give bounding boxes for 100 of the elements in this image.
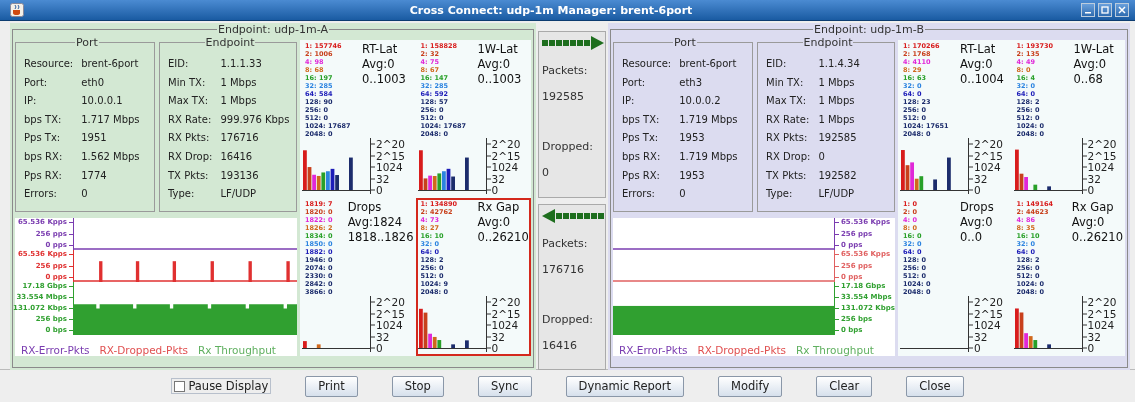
histogram-bars-drawing [901, 150, 951, 190]
histogram-title: Rx Gap [477, 200, 520, 215]
axis-label: 32 [486, 173, 505, 184]
field-value: 1953 [679, 131, 706, 146]
field-value: 0 [818, 149, 826, 164]
dropped-label: Dropped: [542, 140, 593, 154]
field-label: TX Pkts: [168, 168, 210, 183]
axis-label: 32 [486, 331, 505, 342]
field-value: 1.1.4.34 [818, 57, 861, 71]
action-button[interactable]: Close [906, 375, 964, 397]
axis-label: 2^15 [969, 150, 1003, 161]
packets-label: Packets: [542, 236, 588, 251]
action-button[interactable]: Stop [391, 375, 444, 397]
field-label: EID: [766, 57, 788, 71]
axis-label: 2^20 [969, 296, 1003, 308]
field-value: 0 [81, 187, 89, 202]
field-label: Max TX: [766, 94, 808, 109]
axis-label: 2^20 [371, 296, 405, 308]
range-value: 0..1003 [362, 72, 406, 87]
field-value: 16416 [220, 149, 254, 164]
field-value: 193136 [220, 168, 260, 183]
field-value: 1.717 Mbps [81, 112, 141, 127]
dropped-count: 16416 [542, 338, 577, 353]
field-value: brent-6port [679, 57, 738, 71]
average-value: Avg:0 [1073, 57, 1106, 72]
field-value: 1 Mbps [818, 112, 856, 127]
field-label: Errors: [622, 187, 656, 202]
field-label: Type: [766, 187, 794, 202]
axis-label: 1024 [969, 161, 1001, 173]
panel-title: Endpoint: udp-1m-A [216, 23, 329, 36]
histogram-title: 1W-Lat [477, 42, 518, 57]
field-value: 192582 [818, 168, 858, 183]
action-button[interactable]: Sync [477, 375, 532, 397]
histogram-title: 1W-Lat [1073, 42, 1114, 57]
legend-label: Rx Throughput [796, 344, 874, 356]
field-value: 1953 [679, 168, 706, 183]
field-label: Pps Tx: [622, 131, 660, 146]
maximize-icon [1101, 6, 1109, 14]
axis-label: 2^15 [969, 308, 1003, 319]
dropped-label: Dropped: [542, 312, 593, 327]
maximize-button[interactable] [1098, 3, 1112, 17]
field-label: IP: [24, 94, 38, 109]
window-title: Cross Connect: udp-1m Manager: brent-6port [408, 3, 694, 17]
axis-label: 0 [1082, 184, 1095, 196]
pause-checkbox[interactable]: Pause Display [171, 378, 272, 394]
field-value: 192585 [818, 131, 858, 146]
minimize-button[interactable] [1081, 3, 1095, 17]
field-label: Resource: [622, 57, 672, 71]
axis-label: 2^15 [371, 150, 405, 161]
range-value: 0..0 [960, 230, 982, 245]
legend-label: RX-Dropped-Pkts [99, 344, 189, 356]
axis-label: 2^20 [969, 138, 1003, 150]
average-value: Avg:1824 [347, 215, 403, 230]
axis-label: 0 [486, 184, 499, 196]
histogram-bars-drawing [418, 308, 469, 348]
field-label: Errors: [24, 187, 58, 202]
action-button[interactable]: Modify [718, 375, 783, 397]
range-value: 0..1004 [960, 72, 1004, 87]
axis-label: 1024 [371, 319, 403, 331]
field-label: IP: [622, 94, 636, 109]
field-value: 1951 [81, 131, 108, 146]
field-label: EID: [168, 57, 190, 71]
field-label: Type: [168, 187, 196, 202]
action-button[interactable]: Dynamic Report [565, 375, 685, 397]
field-label: Port: [622, 75, 647, 90]
legend-label: RX-Error-Pkts [619, 344, 688, 356]
field-label: bps TX: [622, 112, 661, 127]
range-value: 1818..1826 [347, 230, 414, 245]
close-button[interactable] [1115, 3, 1129, 17]
field-label: RX Pkts: [168, 131, 211, 146]
field-value: 1.1.1.33 [220, 57, 263, 71]
axis-label: 0 [969, 184, 981, 196]
histogram-title: Drops [960, 200, 994, 215]
histogram-title: RT-Lat [960, 42, 996, 57]
packets-count: 176716 [542, 262, 584, 277]
action-button[interactable]: Print [305, 375, 358, 397]
axis-label: 32 [1082, 331, 1101, 342]
histogram-title: RT-Lat [362, 42, 398, 57]
axis-label: 1024 [1082, 319, 1115, 331]
field-label: Min TX: [168, 75, 207, 90]
axis-label: 1024 [371, 161, 403, 173]
field-label: bps TX: [24, 112, 63, 127]
histogram-bars-drawing [418, 150, 469, 190]
field-label: Pps RX: [24, 168, 63, 183]
axis-label: 1024 [1082, 161, 1115, 173]
axis-label: 2^15 [371, 308, 405, 319]
axis-label: 1024 [486, 319, 519, 331]
legend-label: RX-Error-Pkts [21, 344, 90, 356]
axis-label: 2^20 [486, 296, 521, 308]
action-button[interactable]: Clear [816, 375, 873, 397]
histogram-bars-drawing [303, 341, 321, 348]
field-label: Pps RX: [622, 168, 661, 183]
packets-label: Packets: [542, 64, 588, 78]
axis-label: 0 [371, 342, 383, 354]
field-value: 1774 [81, 168, 108, 183]
histogram-bars-drawing [1014, 308, 1051, 348]
axis-label: 0 [1082, 342, 1095, 354]
packets-count: 192585 [542, 90, 584, 104]
field-value: 0 [679, 187, 687, 202]
field-value: brent-6port [81, 57, 140, 71]
